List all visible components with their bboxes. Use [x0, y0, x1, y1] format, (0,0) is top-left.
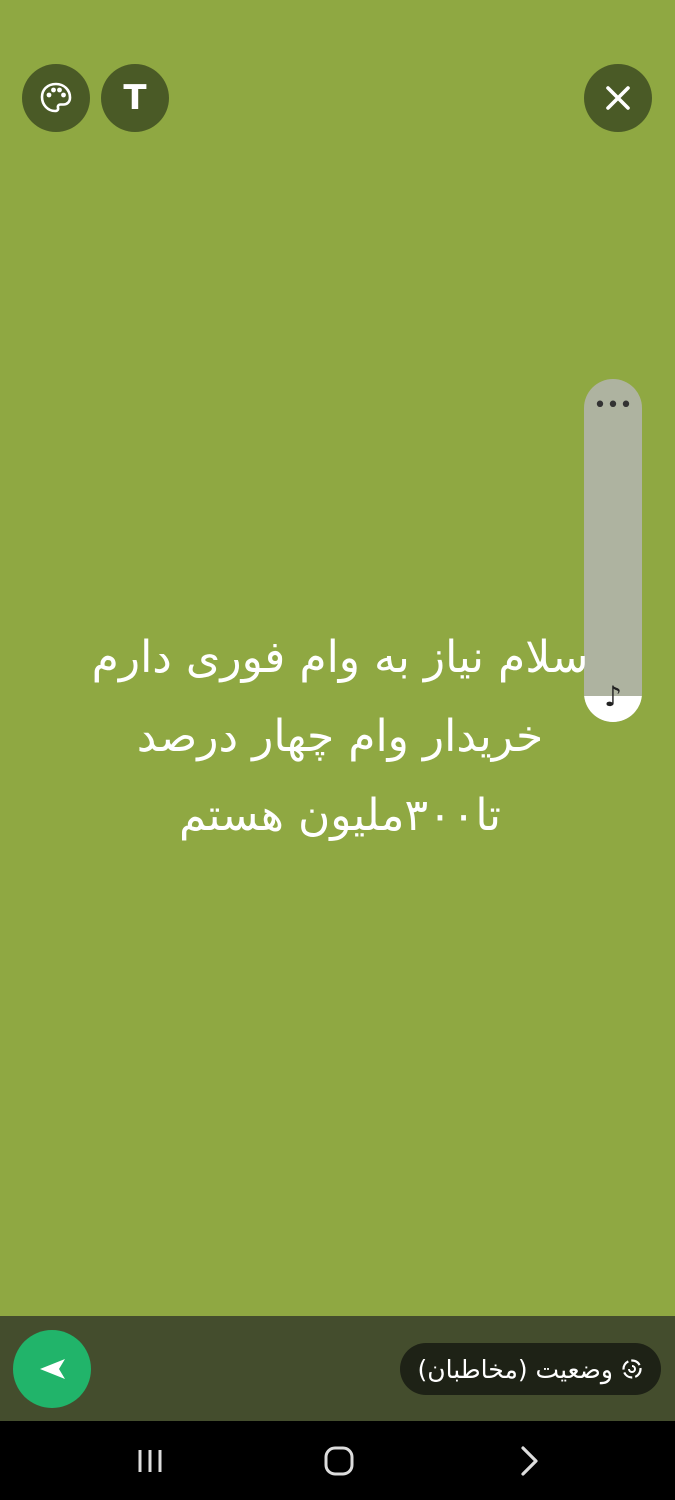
- close-icon: [606, 86, 630, 110]
- recents-button[interactable]: [110, 1421, 190, 1500]
- status-text[interactable]: سلام نیاز به وام فوری دارم خریدار وام چه…: [80, 618, 600, 855]
- color-palette-button[interactable]: [22, 64, 90, 132]
- status-audience-chip[interactable]: وضعیت (مخاطبان): [399, 1343, 661, 1395]
- close-button[interactable]: [584, 64, 652, 132]
- composer-bar: وضعیت (مخاطبان): [0, 1316, 675, 1421]
- status-ring-icon: [622, 1359, 642, 1379]
- status-canvas[interactable]: T ••• ♪ سلام نیاز به وام فوری دارم خریدا…: [0, 0, 675, 1316]
- send-button[interactable]: [13, 1330, 91, 1408]
- audience-label: وضعیت (مخاطبان): [417, 1354, 613, 1384]
- more-dots-icon[interactable]: •••: [584, 395, 642, 417]
- send-arrow-icon: [40, 1359, 65, 1379]
- palette-icon: [40, 82, 72, 113]
- text-style-label: T: [123, 78, 147, 118]
- back-button[interactable]: [489, 1421, 569, 1500]
- system-navigation-bar: [0, 1421, 675, 1500]
- back-chevron-icon: [521, 1445, 538, 1476]
- text-style-button[interactable]: T: [101, 64, 169, 132]
- home-icon: [324, 1446, 354, 1475]
- recents-icon: [138, 1449, 162, 1472]
- home-button[interactable]: [299, 1421, 379, 1500]
